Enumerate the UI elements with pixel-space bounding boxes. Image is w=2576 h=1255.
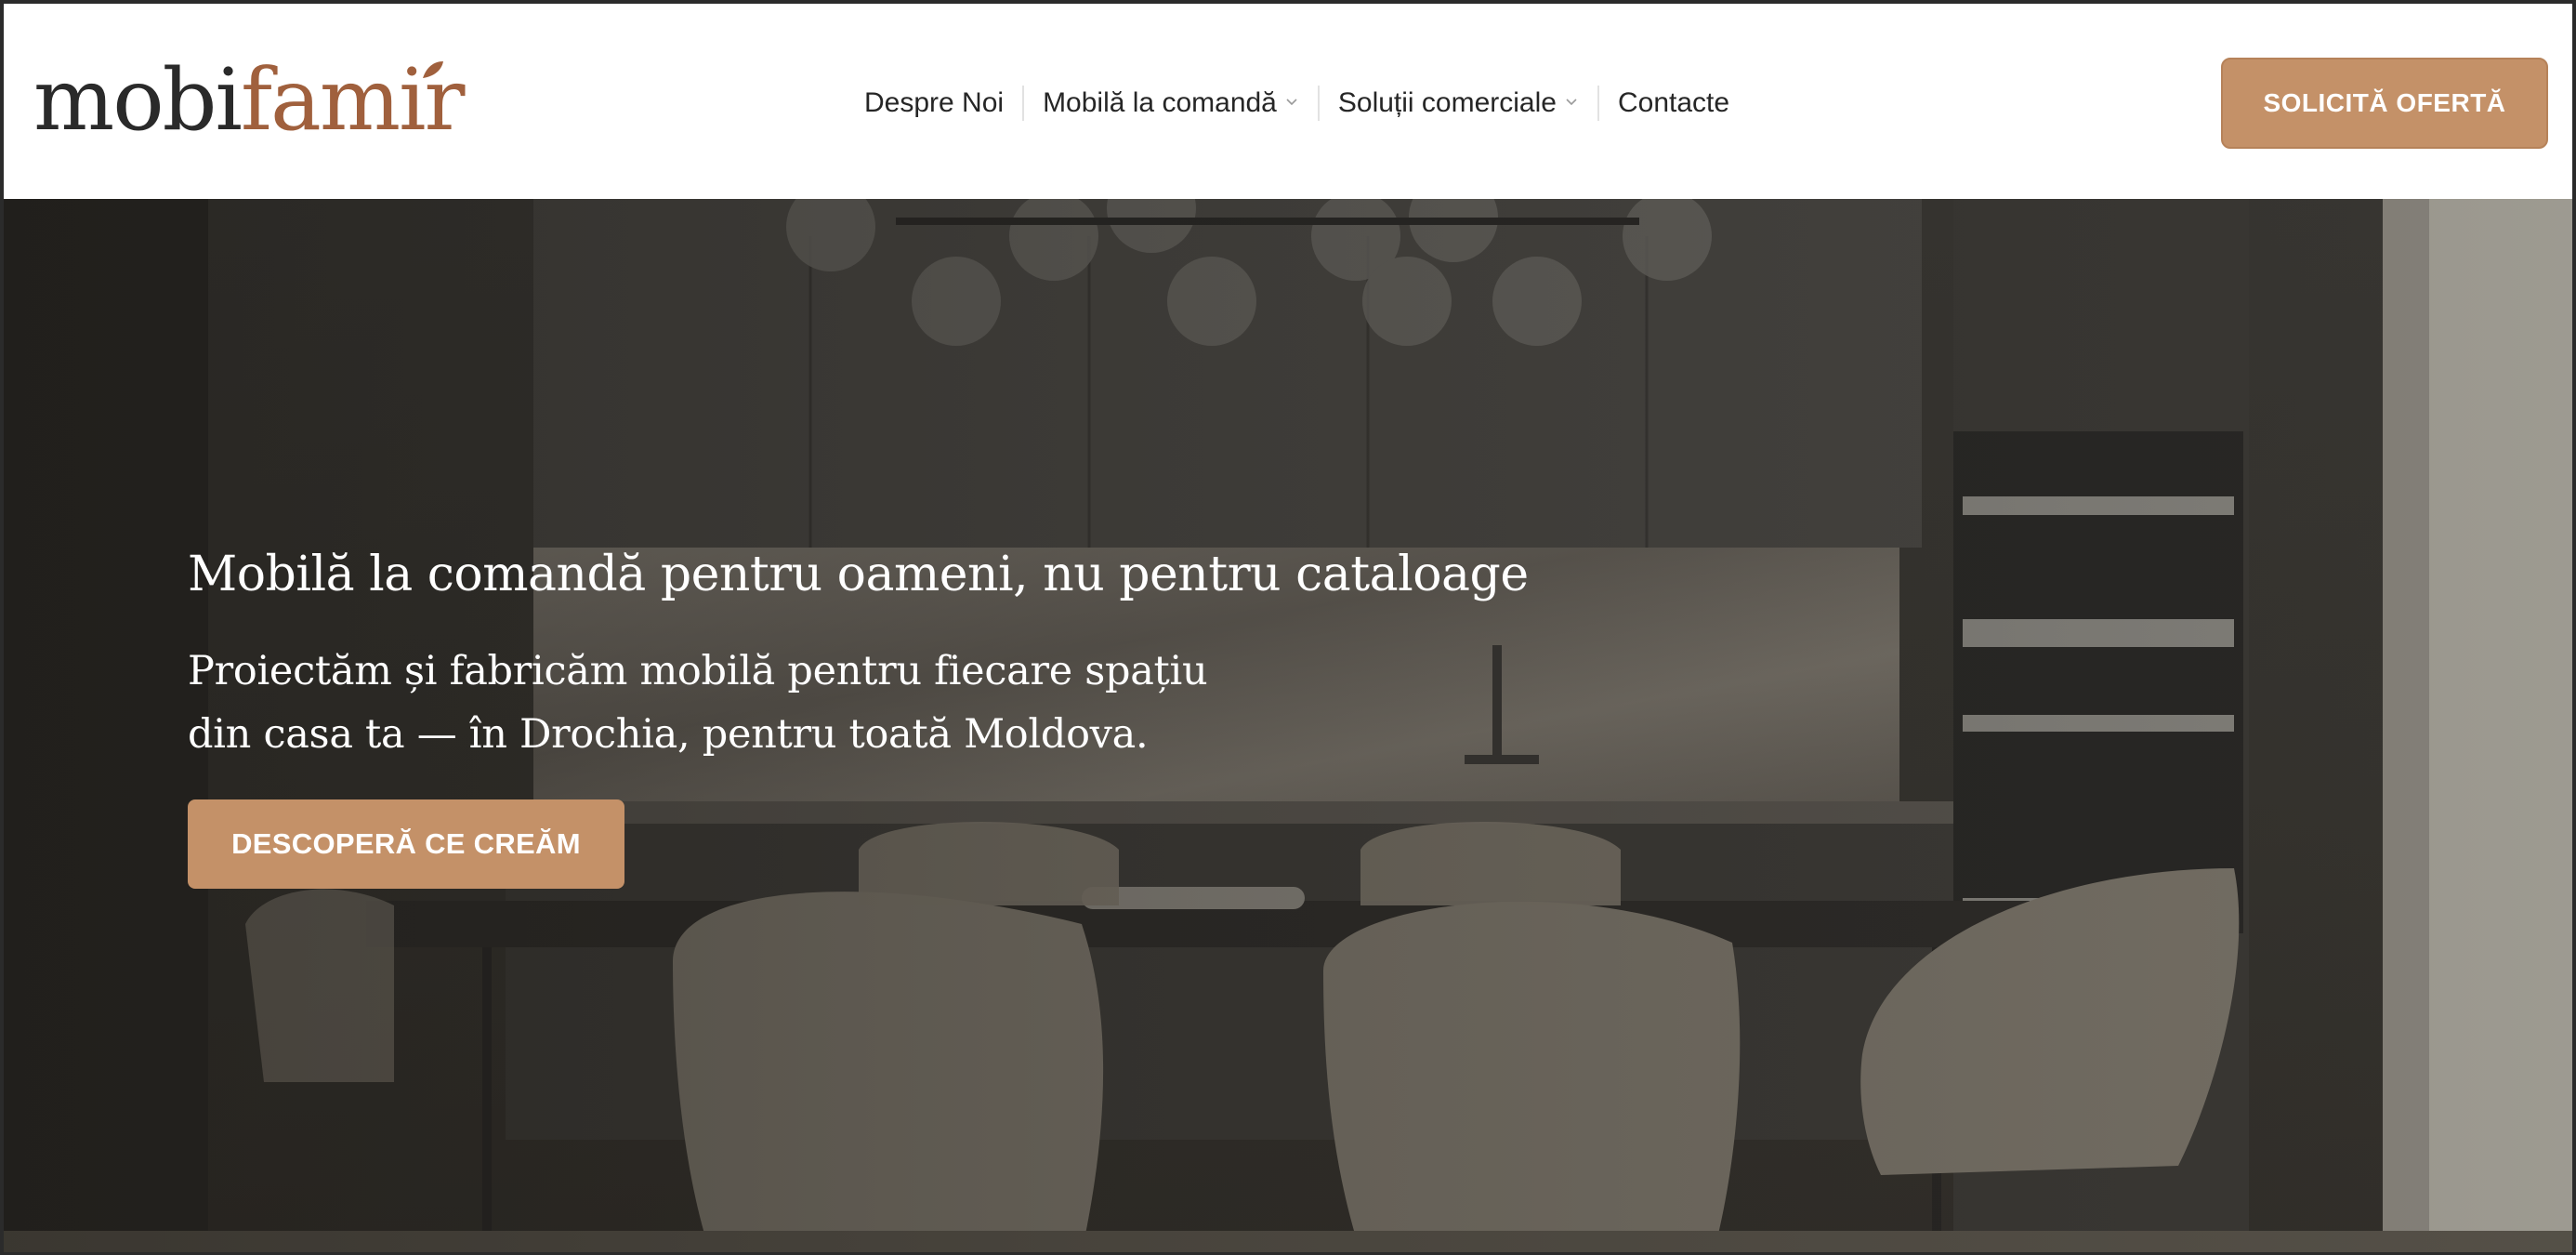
leaf-icon	[422, 61, 443, 78]
request-offer-button[interactable]: SOLICITĂ OFERTĂ	[2221, 58, 2548, 149]
nav-item-label: Despre Noi	[864, 87, 1005, 118]
chevron-down-icon	[1286, 99, 1297, 106]
hero-subtitle-line-1: Proiectăm și fabricăm mobilă pentru fiec…	[188, 648, 1208, 694]
page: mobi famir Despre Noi Mobilă la comandă S…	[4, 4, 2572, 1252]
hero-section: Mobilă la comandă pentru oameni, nu pent…	[4, 199, 2572, 1252]
nav-item-label: Mobilă la comandă	[1043, 87, 1277, 118]
discover-button[interactable]: DESCOPERĂ CE CREĂM	[188, 799, 624, 889]
hero-subtitle: Proiectăm și fabricăm mobilă pentru fiec…	[188, 640, 1489, 766]
hero-subtitle-line-2: din casa ta — în Drochia, pentru toată M…	[188, 711, 1149, 758]
hero-content: Mobilă la comandă pentru oameni, nu pent…	[188, 545, 1529, 889]
nav-item-mobila-la-comanda[interactable]: Mobilă la comandă	[1024, 80, 1318, 126]
nav-item-despre-noi[interactable]: Despre Noi	[853, 80, 1022, 126]
nav-item-label: Contacte	[1617, 87, 1730, 118]
hero-title: Mobilă la comandă pentru oameni, nu pent…	[188, 547, 1529, 602]
nav-item-solutii-comerciale[interactable]: Soluții comerciale	[1320, 80, 1597, 126]
nav-item-label: Soluții comerciale	[1337, 87, 1557, 118]
logo-text-dark: mobi	[33, 50, 243, 150]
main-nav: Despre Noi Mobilă la comandă Soluții com…	[853, 80, 1748, 126]
site-header: mobi famir Despre Noi Mobilă la comandă S…	[4, 4, 2572, 199]
chevron-down-icon	[1566, 99, 1577, 106]
nav-item-contacte[interactable]: Contacte	[1599, 80, 1748, 126]
logo[interactable]: mobi famir	[33, 50, 465, 150]
